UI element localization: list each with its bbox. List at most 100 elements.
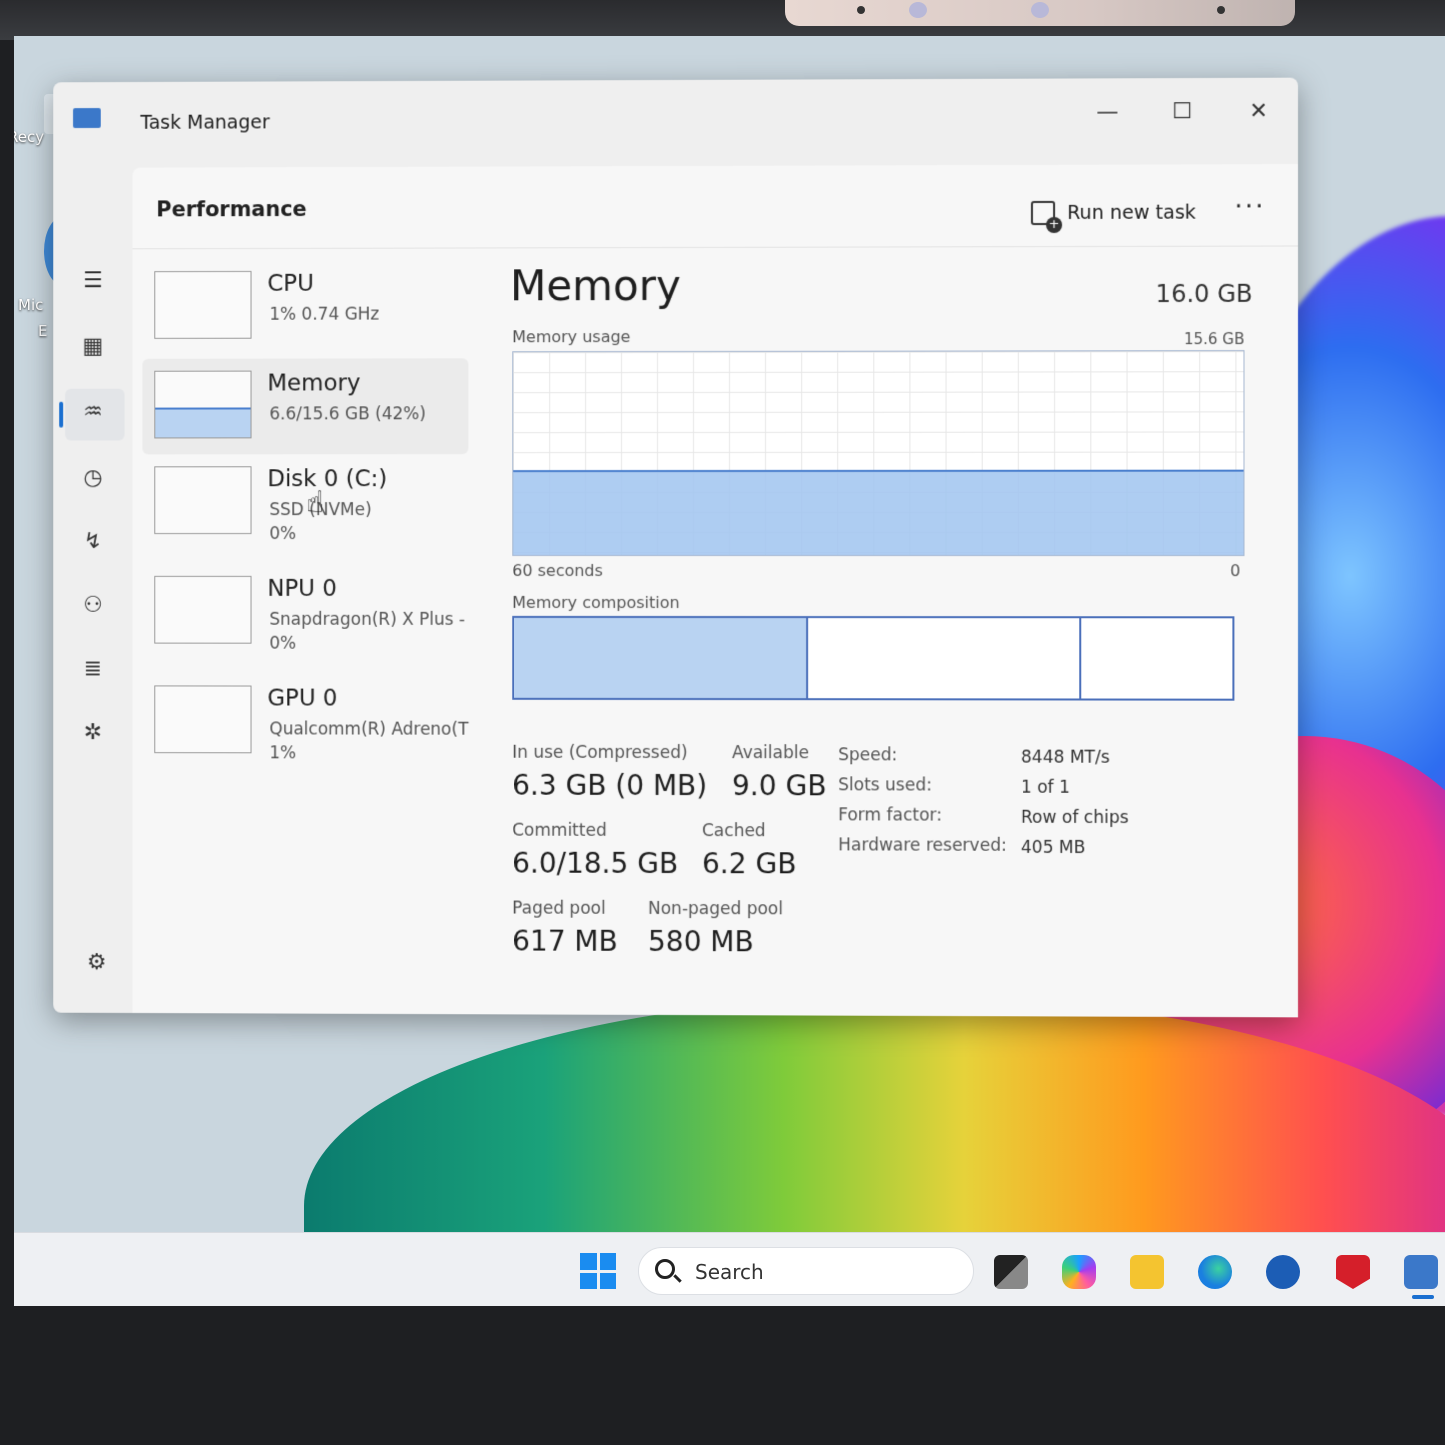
edge-icon[interactable] — [1198, 1255, 1232, 1289]
taskbar: Search — [14, 1232, 1445, 1306]
speed-label: Speed: — [838, 745, 897, 765]
memory-total: 16.0 GB — [1156, 280, 1253, 308]
available-value: 9.0 GB — [732, 769, 826, 802]
run-new-task-label: Run new task — [1067, 202, 1196, 224]
composition-in-use — [514, 618, 807, 698]
windows-logo-icon — [600, 1253, 617, 1270]
device-item-npu[interactable]: NPU 0 Snapdragon(R) X Plus - 0% — [142, 564, 468, 660]
device-name: GPU 0 — [267, 686, 337, 712]
desktop-icon-label: E — [38, 322, 47, 340]
device-item-cpu[interactable]: CPU 1% 0.74 GHz — [142, 258, 468, 354]
in-use-value: 6.3 GB (0 MB) — [512, 769, 707, 802]
windows-logo-icon — [580, 1273, 597, 1290]
device-detail: SSD (NVMe) — [269, 500, 473, 520]
startup-apps-icon[interactable]: ↯ — [73, 522, 113, 562]
device-detail: 6.6/15.6 GB (42%) — [269, 404, 473, 424]
memory-usage-area — [513, 469, 1243, 555]
available-label: Available — [732, 743, 809, 763]
windows-logo-icon — [580, 1253, 597, 1270]
search-icon — [655, 1259, 675, 1279]
memory-usage-graph — [512, 350, 1244, 556]
committed-label: Committed — [512, 821, 607, 841]
start-button[interactable] — [580, 1253, 616, 1289]
hardware-reserved-value: 405 MB — [1021, 838, 1086, 858]
form-factor-label: Form factor: — [838, 805, 942, 825]
task-manager-window: Task Manager — ☐ ✕ ☰ ▦ ♒ ◷ ↯ ⚇ ≣ ✲ ⚙ Per… — [53, 78, 1298, 1018]
sensor-dot — [857, 6, 865, 14]
users-icon[interactable]: ⚇ — [73, 586, 113, 626]
camera-lens-icon — [909, 2, 927, 18]
paged-pool-label: Paged pool — [512, 899, 605, 919]
mcafee-icon[interactable] — [1336, 1255, 1370, 1289]
maximize-button[interactable]: ☐ — [1162, 94, 1202, 130]
taskbar-search[interactable]: Search — [638, 1247, 974, 1295]
slots-used-label: Slots used: — [838, 775, 932, 795]
hamburger-icon[interactable]: ☰ — [73, 261, 113, 301]
device-detail: Qualcomm(R) Adreno(T — [269, 719, 473, 739]
settings-icon[interactable]: ⚙ — [87, 950, 107, 975]
non-paged-pool-label: Non-paged pool — [648, 899, 783, 919]
title-bar[interactable]: Task Manager — ☐ ✕ — [53, 78, 1298, 162]
device-item-gpu[interactable]: GPU 0 Qualcomm(R) Adreno(T 1% — [142, 673, 468, 769]
paged-pool-value: 617 MB — [512, 925, 618, 958]
desktop-icon-label: Recy — [14, 128, 44, 146]
device-usage: 0% — [269, 524, 296, 544]
device-detail: Snapdragon(R) X Plus - — [269, 610, 473, 630]
device-detail: 1% 0.74 GHz — [269, 304, 473, 324]
page-header: Performance Run new task ··· — [132, 164, 1298, 249]
close-button[interactable]: ✕ — [1238, 94, 1278, 130]
task-manager-taskbar-icon[interactable] — [1404, 1255, 1438, 1289]
task-view-icon[interactable] — [994, 1255, 1028, 1289]
processes-icon[interactable]: ▦ — [73, 327, 113, 367]
performance-page: Performance Run new task ··· CPU 1% 0.74… — [132, 164, 1298, 1017]
memory-detail-panel: Memory 16.0 GB Memory usage 15.6 GB 60 s… — [510, 260, 1273, 1004]
memory-composition-label: Memory composition — [512, 593, 679, 612]
webcam-housing — [785, 0, 1295, 26]
in-use-label: In use (Compressed) — [512, 743, 687, 763]
cpu-thumbnail-graph — [154, 271, 251, 339]
more-options-button[interactable]: ··· — [1234, 192, 1265, 222]
windows-logo-icon — [600, 1273, 617, 1290]
page-title: Performance — [156, 197, 307, 221]
search-placeholder: Search — [695, 1260, 764, 1284]
task-manager-icon — [73, 108, 101, 128]
detail-title: Memory — [510, 261, 681, 310]
memory-thumbnail-graph — [154, 371, 251, 439]
run-task-icon — [1031, 201, 1055, 225]
desktop-icon-label: Mic — [18, 296, 43, 314]
file-explorer-icon[interactable] — [1130, 1255, 1164, 1289]
device-name: Memory — [267, 370, 360, 396]
hardware-reserved-label: Hardware reserved: — [838, 835, 1007, 855]
memory-composition-bar — [512, 616, 1234, 701]
time-end-label: 0 — [1230, 561, 1240, 580]
speed-value: 8448 MT/s — [1021, 748, 1110, 768]
cached-label: Cached — [702, 821, 766, 841]
details-icon[interactable]: ≣ — [73, 650, 113, 690]
composition-standby — [808, 618, 1081, 698]
camera-lens-icon — [1031, 2, 1049, 18]
cached-value: 6.2 GB — [702, 847, 796, 880]
device-usage: 0% — [269, 634, 296, 654]
device-item-memory[interactable]: Memory 6.6/15.6 GB (42%) — [142, 358, 468, 454]
composition-free — [1081, 618, 1233, 698]
active-app-indicator — [1412, 1295, 1434, 1299]
device-name: Disk 0 (C:) — [267, 466, 387, 492]
app-history-icon[interactable]: ◷ — [73, 458, 113, 498]
services-icon[interactable]: ✲ — [73, 713, 113, 753]
gpu-thumbnail-graph — [154, 685, 251, 753]
form-factor-value: Row of chips — [1021, 808, 1129, 828]
npu-thumbnail-graph — [154, 576, 251, 644]
memory-usage-max: 15.6 GB — [1184, 330, 1245, 348]
run-new-task-button[interactable]: Run new task — [1031, 195, 1196, 232]
minimize-button[interactable]: — — [1087, 94, 1127, 130]
memory-usage-label: Memory usage — [512, 327, 630, 346]
window-title: Task Manager — [140, 111, 269, 133]
slots-used-value: 1 of 1 — [1021, 778, 1070, 798]
copilot-icon[interactable] — [1062, 1255, 1096, 1289]
device-list: CPU 1% 0.74 GHz Memory 6.6/15.6 GB (42%)… — [132, 248, 480, 1007]
performance-icon[interactable]: ♒ — [73, 393, 113, 433]
device-usage: 1% — [269, 743, 296, 763]
hand-cursor-icon: ☝ — [306, 485, 324, 520]
navigation-rail: ☰ ▦ ♒ ◷ ↯ ⚇ ≣ ✲ — [53, 162, 132, 1013]
dell-icon[interactable] — [1266, 1255, 1300, 1289]
